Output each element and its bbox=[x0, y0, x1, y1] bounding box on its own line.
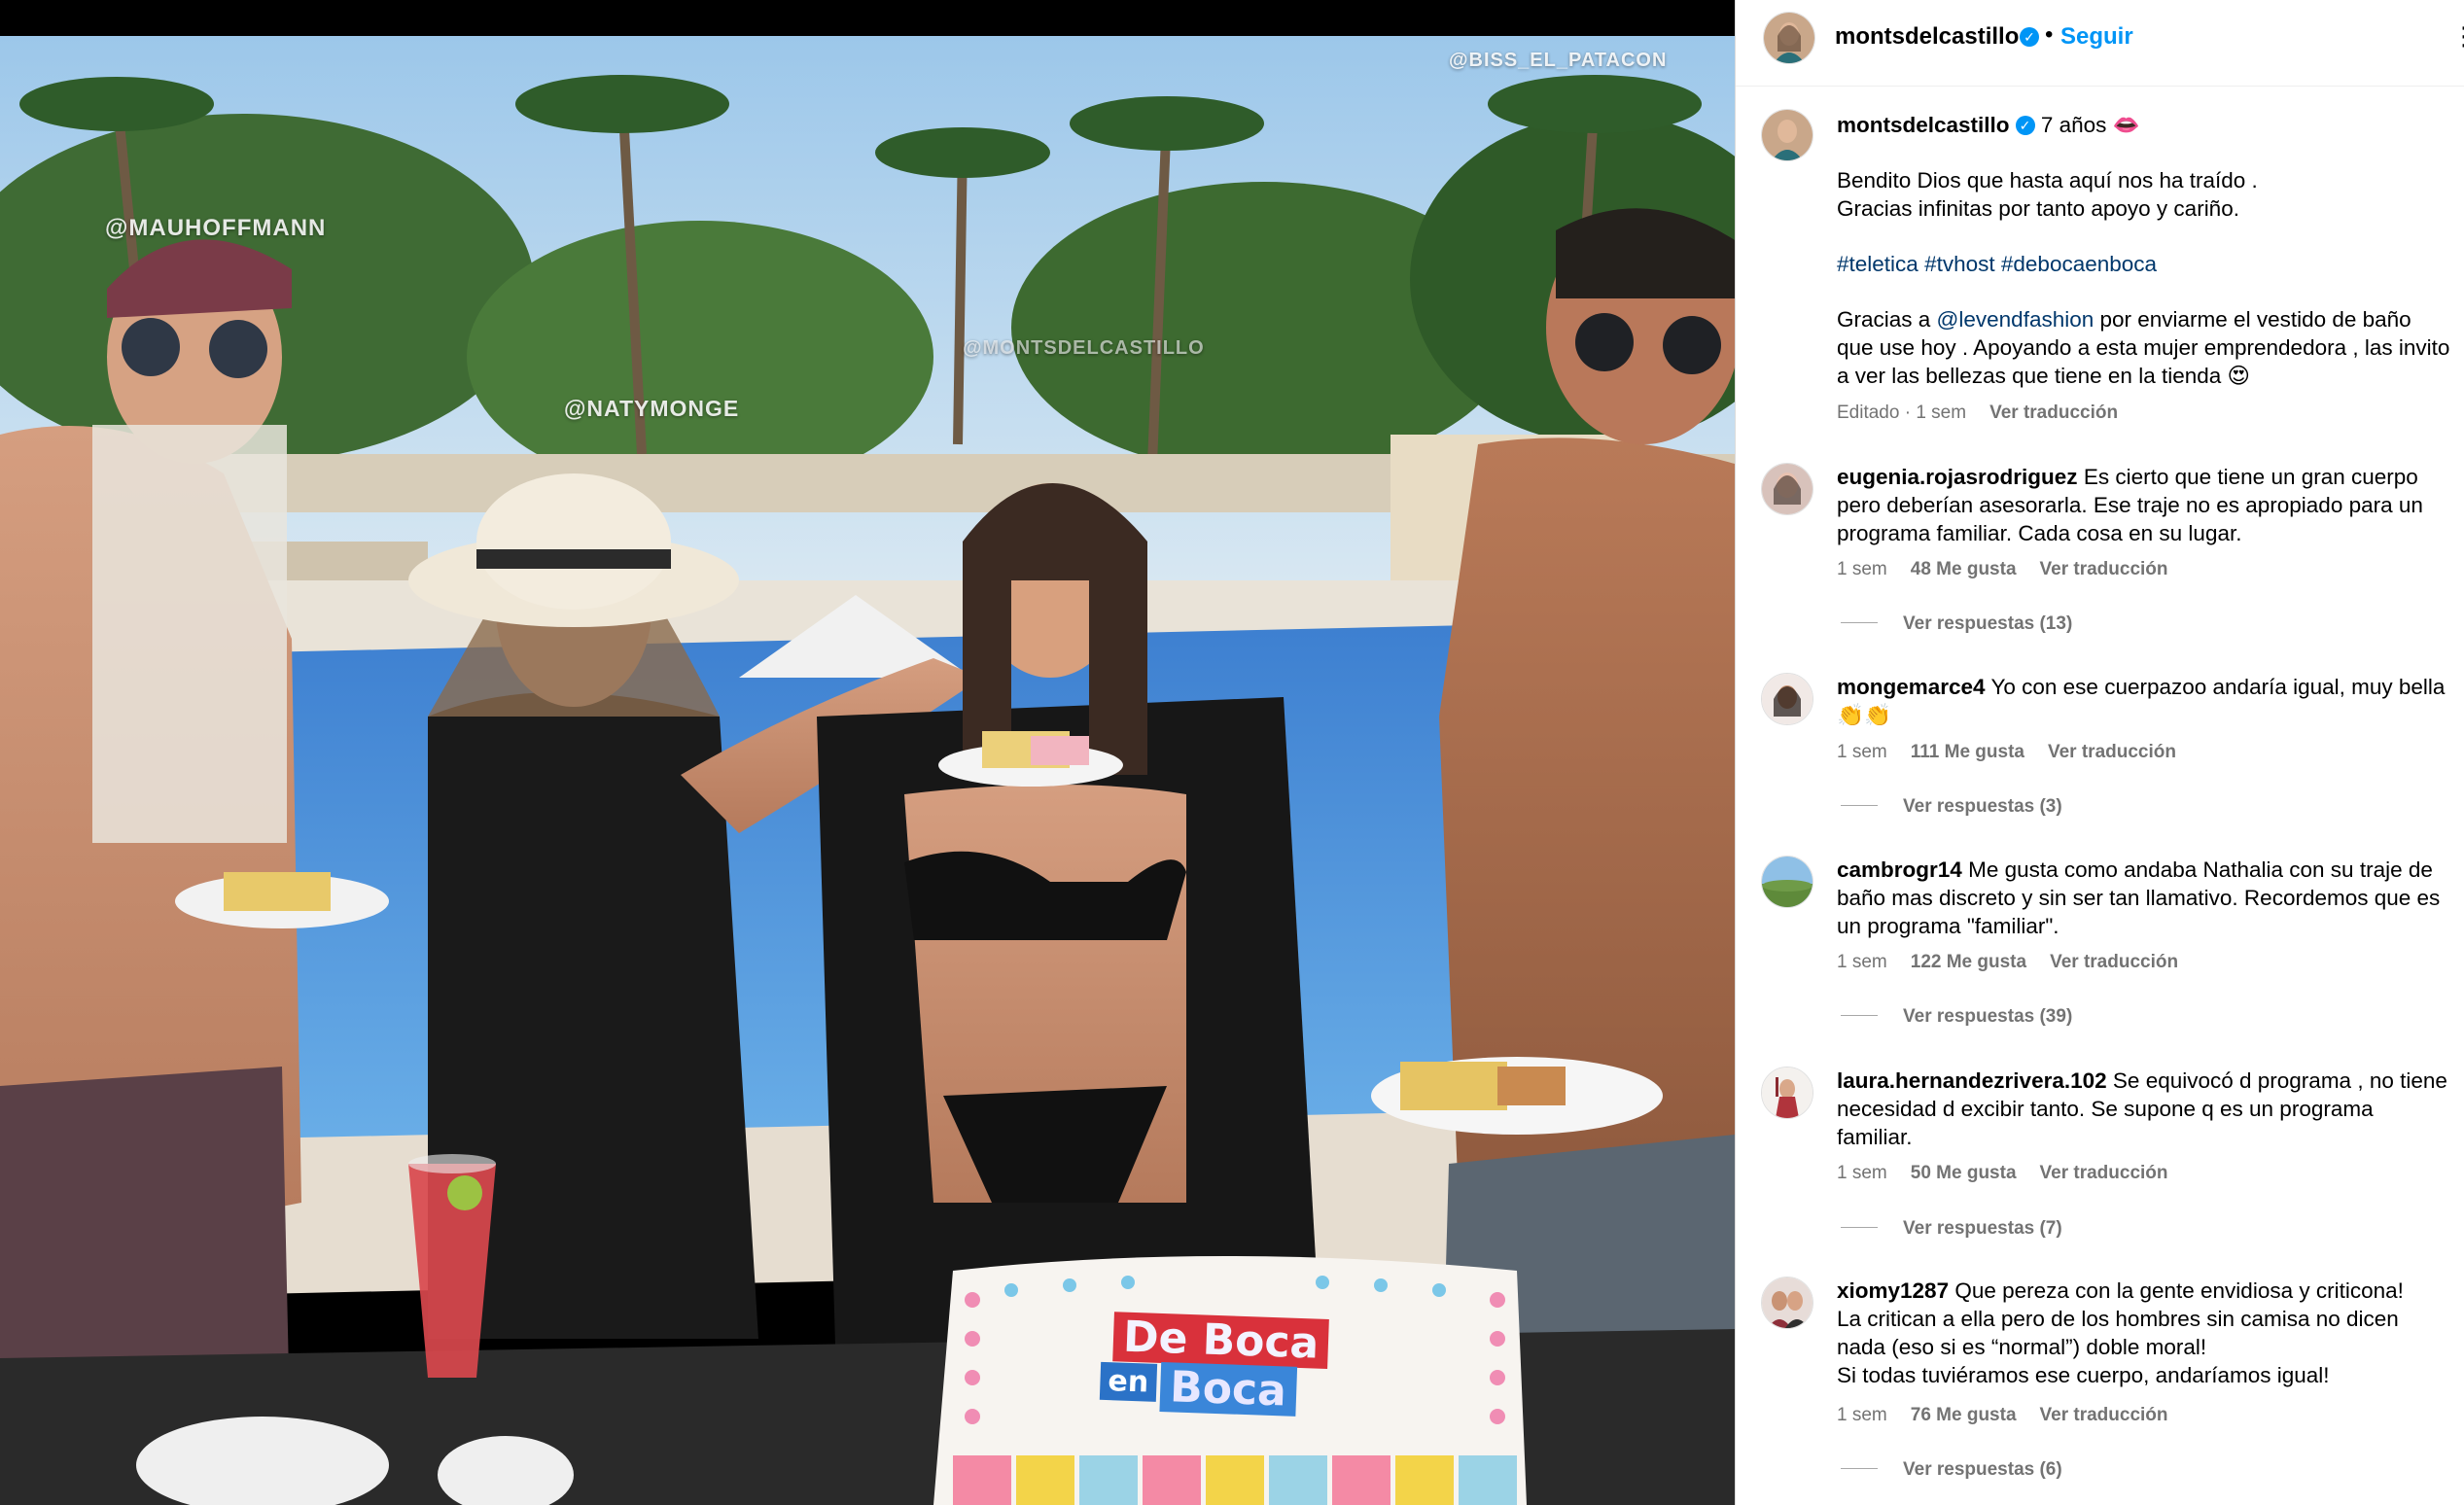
comment-likes[interactable]: 48 Me gusta bbox=[1911, 559, 2017, 579]
caption-header: montsdelcastillo ✓ 7 años 👄 bbox=[1837, 112, 2451, 140]
post-photo[interactable]: @BISS_EL_PATACON @MAUHOFFMANN @NATYMONGE… bbox=[0, 36, 1735, 1505]
hashtag-link[interactable]: #debocaenboca bbox=[2001, 252, 2157, 276]
follow-button[interactable]: Seguir bbox=[2060, 23, 2133, 51]
view-replies-label: Ver respuestas (13) bbox=[1903, 613, 2073, 634]
caption-meta: Editado · 1 sem Ver traducción bbox=[1837, 402, 2141, 424]
comment-likes[interactable]: 50 Me gusta bbox=[1911, 1163, 2017, 1183]
caption-headline: 7 años 👄 bbox=[2040, 113, 2140, 137]
post-header: montsdelcastillo ✓ • Seguir ⋮ bbox=[1736, 0, 2464, 87]
hashtag-link[interactable]: #tvhost bbox=[1924, 252, 1995, 276]
caption-line-1: Bendito Dios que hasta aquí nos ha traíd… bbox=[1837, 168, 2258, 192]
cake-logo-word-1: De Boca bbox=[1112, 1312, 1330, 1369]
commenter-avatar[interactable] bbox=[1761, 856, 1813, 908]
comment-username[interactable]: mongemarce4 bbox=[1837, 675, 1986, 699]
comment-meta: 1 sem 111 Me gusta Ver traducción bbox=[1837, 742, 2200, 763]
caption-author-avatar[interactable] bbox=[1761, 109, 1813, 161]
commenter-avatar[interactable] bbox=[1761, 463, 1813, 515]
comment-meta: 1 sem 76 Me gusta Ver traducción bbox=[1837, 1405, 2192, 1426]
cake-logo-word-2: en bbox=[1099, 1361, 1157, 1402]
cake-logo: De Boca en Boca bbox=[1099, 1312, 1336, 1426]
caption-thanks: Gracias a @levendfashion por enviarme el… bbox=[1837, 306, 2451, 390]
replies-divider bbox=[1841, 1015, 1878, 1016]
verified-badge-icon: ✓ bbox=[2020, 27, 2039, 47]
comment-time: 1 sem bbox=[1837, 1163, 1887, 1183]
comment-time: 1 sem bbox=[1837, 742, 1887, 762]
view-replies-button[interactable]: Ver respuestas (7) bbox=[1841, 1218, 2062, 1240]
view-replies-label: Ver respuestas (39) bbox=[1903, 1006, 2073, 1027]
comment-body: eugenia.rojasrodriguez Es cierto que tie… bbox=[1837, 464, 2451, 547]
caption-username[interactable]: montsdelcastillo bbox=[1837, 113, 2010, 137]
watermark-center-left: @NATYMONGE bbox=[564, 396, 740, 421]
view-replies-label: Ver respuestas (3) bbox=[1903, 796, 2062, 817]
more-options-icon[interactable]: ⋮ bbox=[2451, 21, 2464, 52]
view-replies-button[interactable]: Ver respuestas (6) bbox=[1841, 1459, 2062, 1481]
translate-link[interactable]: Ver traducción bbox=[1989, 402, 2118, 423]
commenter-avatar[interactable] bbox=[1761, 1277, 1813, 1329]
comment-username[interactable]: eugenia.rojasrodriguez bbox=[1837, 465, 2078, 489]
watermark-left: @MAUHOFFMANN bbox=[105, 215, 327, 241]
caption-hashtags: #teletica #tvhost #debocaenboca bbox=[1837, 251, 2451, 279]
comment-body: cambrogr14 Me gusta como andaba Nathalia… bbox=[1837, 857, 2451, 940]
cake-logo-word-3: Boca bbox=[1159, 1361, 1297, 1417]
comment-time: 1 sem bbox=[1837, 952, 1887, 972]
comment-time: 1 sem bbox=[1837, 559, 1887, 579]
view-replies-label: Ver respuestas (6) bbox=[1903, 1459, 2062, 1480]
author-username[interactable]: montsdelcastillo bbox=[1835, 23, 2019, 51]
comment-meta: 1 sem 50 Me gusta Ver traducción bbox=[1837, 1163, 2192, 1184]
comments-list[interactable]: montsdelcastillo ✓ 7 años 👄 Bendito Dios … bbox=[1736, 86, 2464, 1505]
comment-text-line-3: Si todas tuviéramos ese cuerpo, andaríam… bbox=[1837, 1363, 2330, 1387]
translate-link[interactable]: Ver traducción bbox=[2040, 559, 2168, 579]
comment-time: 1 sem bbox=[1837, 1405, 1887, 1425]
comment-likes[interactable]: 111 Me gusta bbox=[1911, 742, 2024, 762]
view-replies-button[interactable]: Ver respuestas (39) bbox=[1841, 1006, 2072, 1028]
replies-divider bbox=[1841, 1468, 1878, 1469]
author-avatar[interactable] bbox=[1763, 12, 1815, 64]
replies-divider bbox=[1841, 805, 1878, 806]
caption-thanks-prefix: Gracias a bbox=[1837, 307, 1937, 332]
replies-divider bbox=[1841, 622, 1878, 623]
verified-badge-icon: ✓ bbox=[2015, 116, 2035, 135]
post-media-pane: @BISS_EL_PATACON @MAUHOFFMANN @NATYMONGE… bbox=[0, 0, 1735, 1505]
caption-edited: Editado · 1 sem bbox=[1837, 402, 1967, 423]
post-side-panel: montsdelcastillo ✓ • Seguir ⋮ montsdelca… bbox=[1735, 0, 2464, 1505]
photo-scene bbox=[0, 36, 1735, 1505]
header-separator: • bbox=[2045, 21, 2054, 48]
commenter-avatar[interactable] bbox=[1761, 673, 1813, 725]
comment-body: mongemarce4 Yo con ese cuerpazoo andaría… bbox=[1837, 674, 2451, 730]
comment-username[interactable]: cambrogr14 bbox=[1837, 858, 1962, 882]
comment-username[interactable]: xiomy1287 bbox=[1837, 1278, 1949, 1303]
watermark-center: @MONTSDELCASTILLO bbox=[963, 337, 1205, 359]
comment-text-line-2: La critican a ella pero de los hombres s… bbox=[1837, 1307, 2399, 1359]
comment-text-line-1: Que pereza con la gente envidiosa y crit… bbox=[1954, 1278, 2404, 1303]
instagram-post-view: @BISS_EL_PATACON @MAUHOFFMANN @NATYMONGE… bbox=[0, 0, 2464, 1505]
replies-divider bbox=[1841, 1227, 1878, 1228]
comment-body: laura.hernandezrivera.102 Se equivocó d … bbox=[1837, 1068, 2451, 1151]
view-replies-button[interactable]: Ver respuestas (13) bbox=[1841, 613, 2072, 635]
view-replies-button[interactable]: Ver respuestas (3) bbox=[1841, 796, 2062, 818]
watermark-top-right: @BISS_EL_PATACON bbox=[1449, 50, 1668, 71]
translate-link[interactable]: Ver traducción bbox=[2040, 1163, 2168, 1183]
view-replies-label: Ver respuestas (7) bbox=[1903, 1218, 2062, 1239]
translate-link[interactable]: Ver traducción bbox=[2050, 952, 2178, 972]
translate-link[interactable]: Ver traducción bbox=[2040, 1405, 2168, 1425]
comment-body: xiomy1287 Que pereza con la gente envidi… bbox=[1837, 1278, 2451, 1306]
comment-likes[interactable]: 122 Me gusta bbox=[1911, 952, 2026, 972]
comment-meta: 1 sem 48 Me gusta Ver traducción bbox=[1837, 559, 2192, 580]
hashtag-link[interactable]: #teletica bbox=[1837, 252, 1918, 276]
translate-link[interactable]: Ver traducción bbox=[2048, 742, 2176, 762]
commenter-avatar[interactable] bbox=[1761, 1067, 1813, 1119]
mention-link[interactable]: @levendfashion bbox=[1937, 307, 2094, 332]
comment-likes[interactable]: 76 Me gusta bbox=[1911, 1405, 2017, 1425]
comment-username[interactable]: laura.hernandezrivera.102 bbox=[1837, 1068, 2107, 1093]
comment-meta: 1 sem 122 Me gusta Ver traducción bbox=[1837, 952, 2201, 973]
caption-line-2: Gracias infinitas por tanto apoyo y cari… bbox=[1837, 196, 2239, 221]
